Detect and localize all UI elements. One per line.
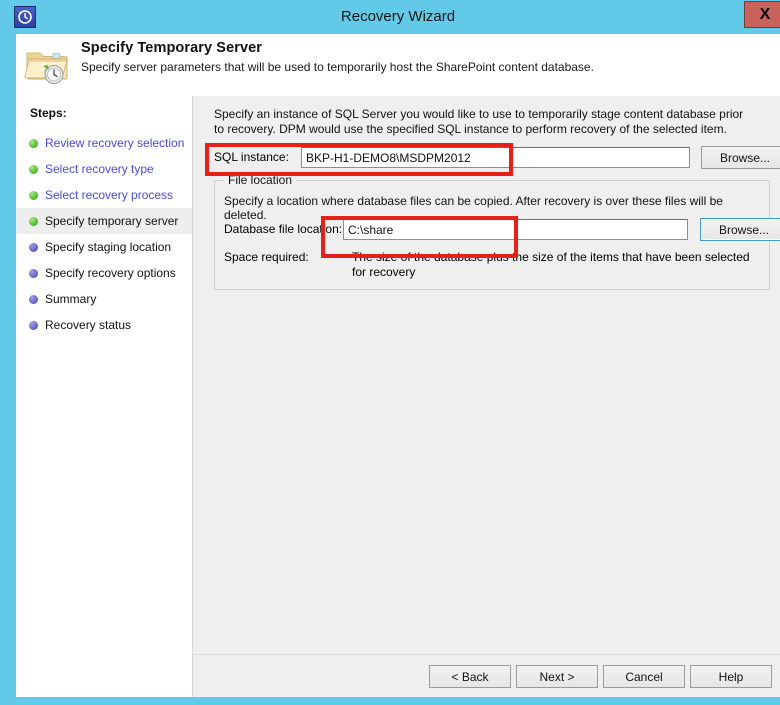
sql-instance-input[interactable] (301, 147, 690, 168)
green-bullet-icon (29, 139, 38, 148)
sidebar-item-recovery-status: Recovery status (16, 312, 192, 338)
sidebar-item-label: Specify temporary server (45, 214, 179, 228)
sql-instance-row: SQL instance: Browse... (214, 146, 780, 169)
database-file-location-browse-button[interactable]: Browse... (700, 218, 780, 241)
instruction-text: Specify an instance of SQL Server you wo… (214, 107, 744, 136)
sidebar-item-select-recovery-process[interactable]: Select recovery process (16, 182, 192, 208)
page-title: Specify Temporary Server (81, 40, 263, 56)
sidebar-item-label: Review recovery selection (45, 136, 185, 150)
sidebar-item-specify-temporary-server: Specify temporary server (16, 208, 192, 234)
purple-bullet-icon (29, 295, 38, 304)
sidebar-item-review-recovery-selection[interactable]: Review recovery selection (16, 130, 192, 156)
steps-heading: Steps: (30, 106, 67, 120)
recovery-wizard-window: Recovery Wizard X Specify Temporary Serv… (0, 0, 780, 705)
sidebar-item-select-recovery-type[interactable]: Select recovery type (16, 156, 192, 182)
folder-recovery-icon (24, 44, 70, 88)
close-button[interactable]: X (744, 1, 780, 28)
help-button[interactable]: Help (690, 665, 772, 688)
file-location-description: Specify a location where database files … (224, 194, 723, 222)
sql-instance-label: SQL instance: (214, 150, 289, 164)
purple-bullet-icon (29, 321, 38, 330)
space-required-value: The size of the database plus the size o… (352, 250, 750, 279)
green-bullet-icon (29, 191, 38, 200)
wizard-footer: < Back Next > Cancel Help (193, 655, 780, 697)
sidebar-item-label: Specify recovery options (45, 266, 176, 280)
sidebar-item-label: Select recovery type (45, 162, 154, 176)
file-location-legend: File location (224, 173, 297, 187)
sidebar-item-label: Select recovery process (45, 188, 174, 202)
wizard-content: Specify an instance of SQL Server you wo… (193, 96, 780, 697)
cancel-button[interactable]: Cancel (603, 665, 685, 688)
sidebar-item-label: Specify staging location (45, 240, 172, 254)
purple-bullet-icon (29, 269, 38, 278)
database-file-location-label: Database file location: (224, 222, 343, 236)
sidebar-item-summary: Summary (16, 286, 192, 312)
window-title: Recovery Wizard (340, 8, 456, 25)
wizard-header: Specify Temporary Server Specify server … (16, 34, 780, 96)
header-text-block: Specify Temporary Server Specify server … (81, 40, 594, 74)
green-bullet-icon (29, 217, 38, 226)
wizard-body: Steps: Review recovery selection Select … (16, 96, 780, 697)
steps-sidebar: Steps: Review recovery selection Select … (16, 96, 193, 697)
sidebar-item-label: Recovery status (45, 318, 132, 332)
next-button[interactable]: Next > (516, 665, 598, 688)
sidebar-item-specify-recovery-options: Specify recovery options (16, 260, 192, 286)
database-file-location-input[interactable] (343, 219, 688, 240)
sidebar-item-specify-staging-location: Specify staging location (16, 234, 192, 260)
back-button[interactable]: < Back (429, 665, 511, 688)
file-location-groupbox: File location Specify a location where d… (214, 173, 780, 290)
database-file-location-row: Database file location: Browse... (224, 218, 780, 241)
sql-instance-browse-button[interactable]: Browse... (701, 146, 780, 169)
purple-bullet-icon (29, 243, 38, 252)
title-bar: Recovery Wizard X (8, 0, 780, 34)
sidebar-item-label: Summary (45, 292, 97, 306)
steps-list: Review recovery selection Select recover… (16, 130, 192, 338)
space-required-label: Space required: (224, 250, 309, 264)
page-subtitle: Specify server parameters that will be u… (81, 60, 594, 74)
green-bullet-icon (29, 165, 38, 174)
